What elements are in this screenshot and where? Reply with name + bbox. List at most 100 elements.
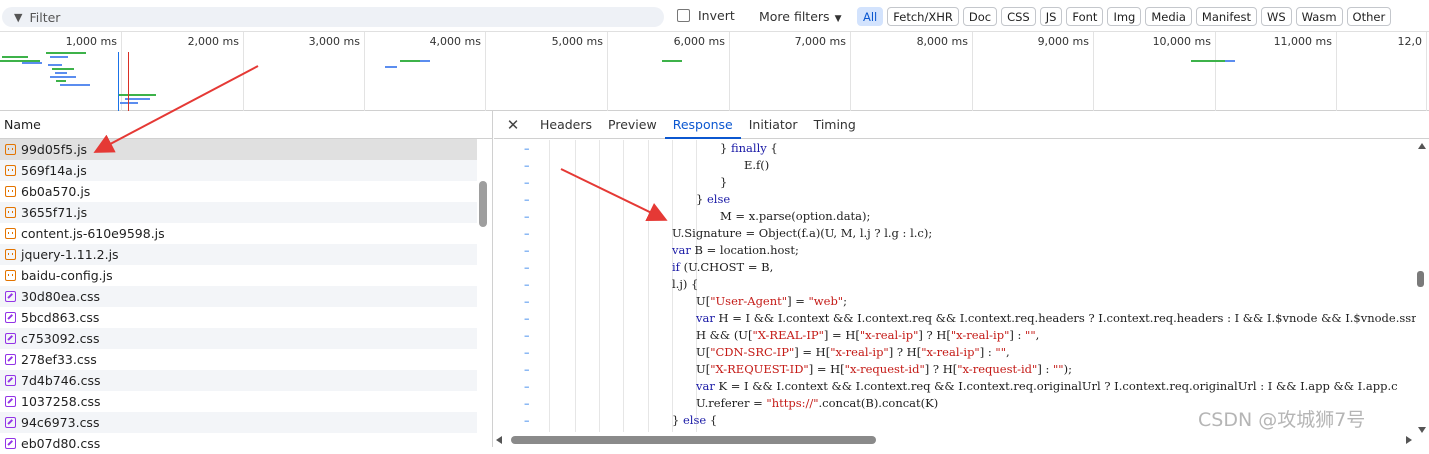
filter-chip-wasm[interactable]: Wasm xyxy=(1295,7,1343,26)
timeline-gridline xyxy=(1336,32,1337,111)
request-row[interactable]: c753092.css xyxy=(0,328,477,349)
request-row[interactable]: 7d4b746.css xyxy=(0,370,477,391)
details-tabbar: ✕ Headers Preview Response Initiator Timing xyxy=(494,111,1429,139)
tab-initiator[interactable]: Initiator xyxy=(741,111,806,138)
request-row[interactable]: 94c6973.css xyxy=(0,412,477,433)
code-line: – M = x.parse(option.data); xyxy=(494,208,1416,225)
request-row[interactable]: 3655f71.js xyxy=(0,202,477,223)
request-name: 30d80ea.css xyxy=(21,289,100,304)
filter-chip-all[interactable]: All xyxy=(857,7,884,26)
more-filters-dropdown[interactable]: More filters ▼ xyxy=(759,9,841,24)
scroll-down-arrow-icon[interactable] xyxy=(1418,427,1426,433)
request-row[interactable]: jquery-1.11.2.js xyxy=(0,244,477,265)
timeline-tick-label: 3,000 ms xyxy=(308,35,360,48)
timeline-tick-label: 9,000 ms xyxy=(1037,35,1089,48)
timeline-tick-label: 2,000 ms xyxy=(187,35,239,48)
line-gutter-marker: – xyxy=(524,295,530,308)
code-line: – U["CDN-SRC-IP"] = H["x-real-ip"] ? H["x… xyxy=(494,344,1416,361)
timeline-activity-bar xyxy=(1225,60,1235,62)
resource-type-filters: All Fetch/XHR Doc CSS JS Font Img Media Manifest… xyxy=(857,7,1392,26)
checkbox-icon[interactable] xyxy=(677,9,690,22)
close-icon[interactable]: ✕ xyxy=(494,111,532,138)
timeline-gridline xyxy=(1426,32,1427,111)
code-text: var z = I && I.$store && I.$store.state … xyxy=(696,429,1179,432)
tab-response[interactable]: Response xyxy=(664,111,741,139)
request-row[interactable]: 278ef33.css xyxy=(0,349,477,370)
domcontentloaded-marker xyxy=(118,52,119,111)
filter-chip-other[interactable]: Other xyxy=(1346,7,1392,26)
filter-chip-img[interactable]: Img xyxy=(1107,7,1142,26)
request-name: c753092.css xyxy=(21,331,100,346)
timeline-gridline xyxy=(850,32,851,111)
filter-chip-manifest[interactable]: Manifest xyxy=(1195,7,1257,26)
timeline-gridline xyxy=(972,32,973,111)
invert-checkbox[interactable]: Invert xyxy=(677,8,735,23)
timeline-tick-label: 5,000 ms xyxy=(551,35,603,48)
filter-chip-css[interactable]: CSS xyxy=(1001,7,1036,26)
request-name: 278ef33.css xyxy=(21,352,97,367)
stylesheet-file-icon xyxy=(5,438,16,449)
timeline-activity-bar xyxy=(385,66,397,68)
request-row[interactable]: baidu-config.js xyxy=(0,265,477,286)
request-row[interactable]: content.js-610e9598.js xyxy=(0,223,477,244)
filter-toolbar: ▼ Filter Invert More filters ▼ All Fetch/X… xyxy=(0,0,1429,32)
script-file-icon xyxy=(5,249,16,260)
line-gutter-marker: – xyxy=(524,159,530,172)
line-gutter-marker: – xyxy=(524,397,530,410)
stylesheet-file-icon xyxy=(5,396,16,407)
line-gutter-marker: – xyxy=(524,193,530,206)
code-text: var K = I && I.context && I.context.req … xyxy=(696,379,1398,393)
filter-input[interactable]: ▼ Filter xyxy=(2,7,664,27)
line-gutter-marker: – xyxy=(524,142,530,155)
request-row[interactable]: 5bcd863.css xyxy=(0,307,477,328)
timeline-activity-bar xyxy=(2,56,28,58)
filter-chip-ws[interactable]: WS xyxy=(1260,7,1292,26)
filter-chip-media[interactable]: Media xyxy=(1145,7,1192,26)
code-line: – if (U.CHOST = B, xyxy=(494,259,1416,276)
network-overview-timeline[interactable]: 1,000 ms 2,000 ms 3,000 ms 4,000 ms 5,000 ms… xyxy=(0,32,1429,111)
scroll-left-arrow-icon[interactable] xyxy=(496,436,502,444)
code-text: U["X-REQUEST-ID"] = H["x-request-id"] ? … xyxy=(696,362,1072,376)
filter-chip-fetchxhr[interactable]: Fetch/XHR xyxy=(887,7,959,26)
timeline-tick-label: 8,000 ms xyxy=(916,35,968,48)
filter-chip-doc[interactable]: Doc xyxy=(962,7,998,26)
stylesheet-file-icon xyxy=(5,312,16,323)
request-row[interactable]: 99d05f5.js xyxy=(0,139,477,160)
tab-timing[interactable]: Timing xyxy=(806,111,864,138)
tab-headers[interactable]: Headers xyxy=(532,111,600,138)
request-name: eb07d80.css xyxy=(21,436,101,451)
tab-preview[interactable]: Preview xyxy=(600,111,665,138)
name-column-header[interactable]: Name xyxy=(0,111,492,139)
request-row[interactable]: 30d80ea.css xyxy=(0,286,477,307)
code-line: –} finally { xyxy=(494,140,1416,157)
filter-chip-font[interactable]: Font xyxy=(1066,7,1104,26)
code-text: U["User-Agent"] = "web"; xyxy=(696,294,847,308)
response-code-viewer[interactable]: –} finally {– E.f() –} –} else – M = x.parse(… xyxy=(494,140,1416,432)
code-text: E.f() xyxy=(744,158,770,172)
request-row[interactable]: eb07d80.css xyxy=(0,433,477,454)
request-name: 7d4b746.css xyxy=(21,373,101,388)
timeline-activity-bar xyxy=(420,60,430,62)
script-file-icon xyxy=(5,270,16,281)
more-filters-label: More filters xyxy=(759,9,830,24)
filter-placeholder: Filter xyxy=(29,9,61,25)
filter-chip-js[interactable]: JS xyxy=(1039,7,1063,26)
timeline-gridline xyxy=(243,32,244,111)
scroll-up-arrow-icon[interactable] xyxy=(1418,143,1426,149)
request-row[interactable]: 6b0a570.js xyxy=(0,181,477,202)
code-text: l.j) { xyxy=(672,277,699,291)
stylesheet-file-icon xyxy=(5,291,16,302)
horizontal-scrollbar-thumb[interactable] xyxy=(511,436,876,444)
script-file-icon xyxy=(5,165,16,176)
request-list-scrollbar[interactable] xyxy=(479,181,487,227)
vertical-scrollbar-thumb[interactable] xyxy=(1417,271,1424,287)
request-name: 5bcd863.css xyxy=(21,310,100,325)
request-name: baidu-config.js xyxy=(21,268,113,283)
timeline-gridline xyxy=(1093,32,1094,111)
request-row[interactable]: 569f14a.js xyxy=(0,160,477,181)
scroll-right-arrow-icon[interactable] xyxy=(1406,436,1412,444)
code-line: – U["X-REQUEST-ID"] = H["x-request-id"] ?… xyxy=(494,361,1416,378)
code-line: – E.f() xyxy=(494,157,1416,174)
code-line: – U.Signature = Object(f.a)(U, M, l.j ? l… xyxy=(494,225,1416,242)
request-row[interactable]: 1037258.css xyxy=(0,391,477,412)
